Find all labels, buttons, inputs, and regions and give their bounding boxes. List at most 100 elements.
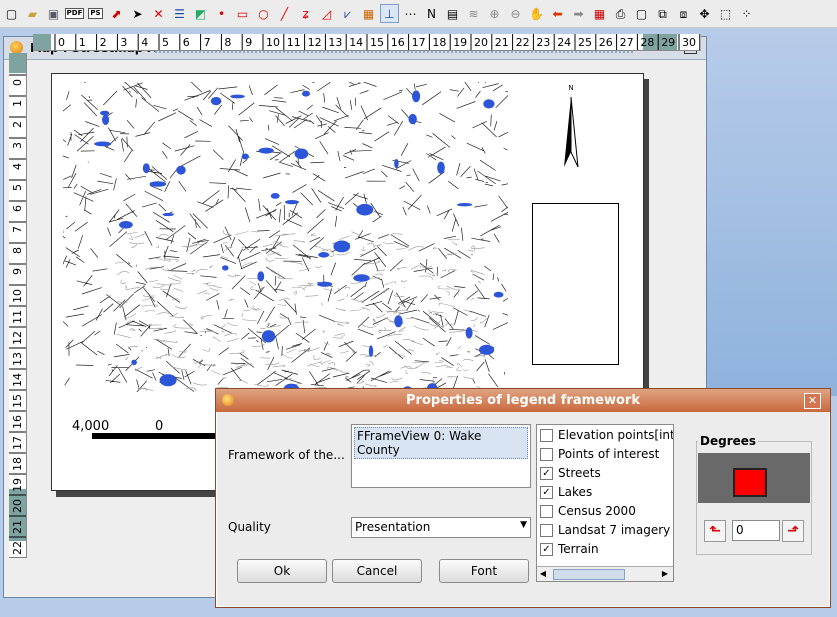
scale-right-label: 0 [155,419,164,434]
degrees-input[interactable]: 0 [732,520,780,541]
group-icon[interactable]: ⧉ [653,4,672,23]
quality-select[interactable]: Presentation ▼ [351,517,531,538]
lake-shape [102,114,110,126]
lake-shape [149,181,167,187]
street-map-view[interactable] [63,82,508,392]
ruler-label: 11 [11,310,24,324]
polyline-icon[interactable]: ʑ [296,4,315,23]
checkbox[interactable]: ✓ [540,485,553,499]
layer-item[interactable]: Landsat 7 imagery [540,521,670,539]
vertical-ruler: 01234567891011121314151617181920212223 [9,53,27,558]
ruler-label: 9 [11,268,24,275]
rectangle-icon[interactable]: ▭ [233,4,252,23]
insert-table-icon[interactable]: ▤ [443,4,462,23]
color-swatch[interactable] [733,468,767,497]
scale-left-label: 4,000 [72,419,110,434]
layer-item[interactable]: Elevation points[inter [540,426,673,444]
scroll-right-icon[interactable]: ▶ [659,567,671,581]
save-icon[interactable]: ▣ [44,4,63,23]
select-icon[interactable]: ⬈ [107,4,126,23]
redo-icon[interactable]: ➡ [569,4,588,23]
ungroup-icon[interactable]: ⧈ [674,4,693,23]
layer-checklist: Elevation points[inter Points of interes… [536,424,674,582]
pan-icon[interactable]: ✋ [527,4,546,23]
dialog-title: Properties of legend framework [406,393,640,408]
framework-list-item[interactable]: FFrameView 0: Wake County [354,427,528,459]
layer-item[interactable]: ✓ Lakes [540,483,592,501]
layer-item[interactable]: ✓ Terrain [540,540,599,558]
dialog-close-icon[interactable]: ✕ [804,393,821,409]
framework-list[interactable]: FFrameView 0: Wake County [351,424,531,488]
insert-north-icon[interactable]: ⩗ [338,4,357,23]
cancel-button[interactable]: Cancel [332,559,422,583]
zoom-out-icon[interactable]: ⊖ [506,4,525,23]
ruler-label: 0 [11,79,24,86]
insert-legend-icon[interactable]: ▦ [359,4,378,23]
chevron-down-icon: ▼ [520,520,527,530]
undo-icon[interactable]: ⬅ [548,4,567,23]
dialog-titlebar[interactable]: Properties of legend framework ✕ [216,389,830,412]
lake-shape [230,94,245,99]
ruler-label: 21 [11,520,24,534]
rotate-right-icon[interactable]: ⬏ [782,520,804,542]
print-icon[interactable]: ⎙ [611,4,630,23]
pdf-icon[interactable]: PDF [64,4,85,23]
align-icon[interactable]: ☰ [170,4,189,23]
scroll-left-icon[interactable]: ◀ [537,567,549,581]
checkbox[interactable] [540,504,553,518]
legend-frame[interactable] [532,203,619,365]
insert-graphics-icon[interactable]: ⋯ [401,4,420,23]
lake-shape [176,165,186,175]
insert-text-icon[interactable]: N [422,4,441,23]
north-arrow[interactable]: N [560,84,582,175]
ruler-label: 12 [308,36,322,49]
line-icon[interactable]: ╱ [275,4,294,23]
lake-shape [368,345,374,357]
rotate-left-icon[interactable]: ⬑ [704,520,726,542]
quality-label: Quality [228,520,271,534]
lake-shape [302,90,310,97]
ok-button[interactable]: Ok [237,559,327,583]
scroll-thumb[interactable] [553,569,625,580]
layer-item[interactable]: ✓ Streets [540,464,601,482]
ruler-label: 25 [578,36,592,49]
new-icon[interactable]: ▢ [2,4,21,23]
insert-map-icon[interactable]: ◩ [191,4,210,23]
ruler-label: 21 [495,36,509,49]
checkbox[interactable]: ✓ [540,542,553,556]
insert-scale-icon[interactable]: ⊥ [380,4,399,23]
lake-shape [483,99,495,109]
lake-shape [131,359,137,365]
point-icon[interactable]: • [212,4,231,23]
lake-shape [356,203,374,216]
grid-icon[interactable]: ▦ [590,4,609,23]
distribute-icon[interactable]: ⬚ [716,4,735,23]
layers-icon[interactable]: ≋ [464,4,483,23]
polygon-icon[interactable]: ◿ [317,4,336,23]
layer-label: Census 2000 [558,504,636,518]
lake-shape [119,221,133,229]
pointer-icon[interactable]: ➤ [128,4,147,23]
lake-shape [222,265,229,271]
layer-item[interactable]: Census 2000 [540,502,636,520]
lake-shape [412,90,421,103]
checkbox[interactable] [540,447,553,461]
ps-icon[interactable]: PS [86,4,105,23]
lake-shape [270,193,280,199]
open-icon[interactable]: ▰ [23,4,42,23]
checkbox[interactable] [540,523,553,537]
ruler-label: 5 [162,36,169,49]
font-button[interactable]: Font [439,559,529,583]
lake-shape [257,271,265,282]
checkbox[interactable] [540,428,553,442]
ruler-label: 17 [412,36,426,49]
horizontal-scrollbar[interactable]: ◀ ▶ [537,566,673,581]
frame-icon[interactable]: ▢ [632,4,651,23]
delete-icon[interactable]: ✕ [149,4,168,23]
layer-item[interactable]: Points of interest [540,445,659,463]
circle-icon[interactable]: ○ [254,4,273,23]
checkbox[interactable]: ✓ [540,466,553,480]
zoom-in-icon[interactable]: ⊕ [485,4,504,23]
move-icon[interactable]: ✥ [695,4,714,23]
snap-icon[interactable]: ⁘ [737,4,756,23]
